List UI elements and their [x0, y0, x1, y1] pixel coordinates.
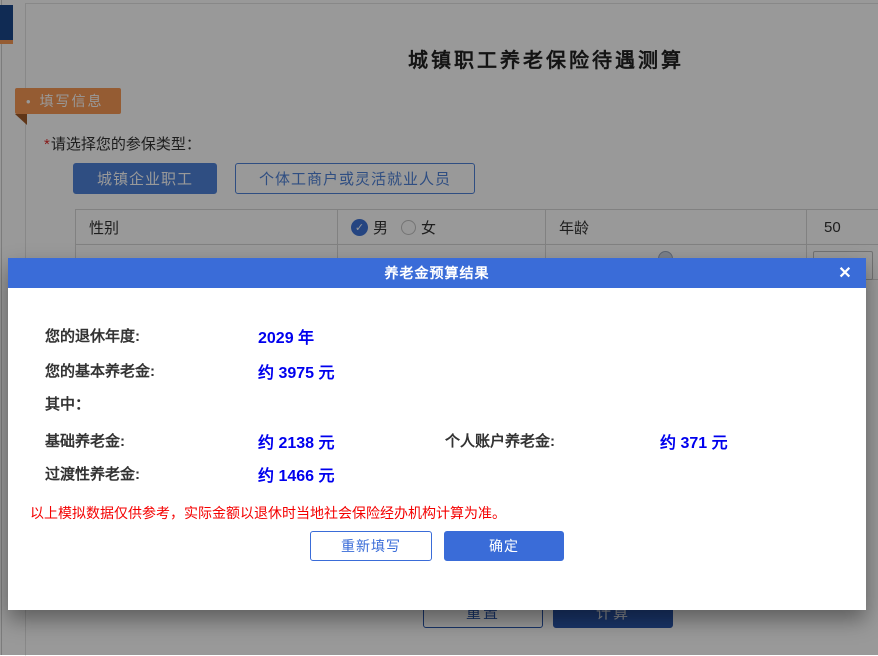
disclaimer-text: 以上模拟数据仅供参考，实际金额以退休时当地社会保险经办机构计算为准。	[30, 503, 506, 523]
retirement-year-label: 您的退休年度:	[45, 325, 140, 346]
basic-pension-label: 您的基本养老金:	[45, 360, 155, 381]
retirement-year-value: 2029 年	[258, 324, 314, 348]
pension-result-modal: 养老金预算结果 ✕ 您的退休年度: 2029 年 您的基本养老金: 约 3975…	[8, 258, 866, 610]
basic-pension-value: 约 3975 元	[258, 359, 335, 383]
personal-account-pension-value: 约 371 元	[660, 429, 728, 453]
transitional-pension-label: 过渡性养老金:	[45, 463, 140, 484]
base-pension-value: 约 2138 元	[258, 429, 335, 453]
confirm-button[interactable]: 确定	[444, 531, 564, 561]
breakdown-label: 其中：	[45, 393, 90, 414]
modal-close-button[interactable]: ✕	[830, 258, 860, 288]
modal-header: 养老金预算结果 ✕	[8, 258, 866, 288]
base-pension-label: 基础养老金:	[45, 430, 125, 451]
transitional-pension-value: 约 1466 元	[258, 462, 335, 486]
modal-title: 养老金预算结果	[385, 263, 490, 283]
close-icon: ✕	[838, 263, 851, 283]
personal-account-pension-label: 个人账户养老金:	[445, 430, 555, 451]
refill-button[interactable]: 重新填写	[310, 531, 432, 561]
